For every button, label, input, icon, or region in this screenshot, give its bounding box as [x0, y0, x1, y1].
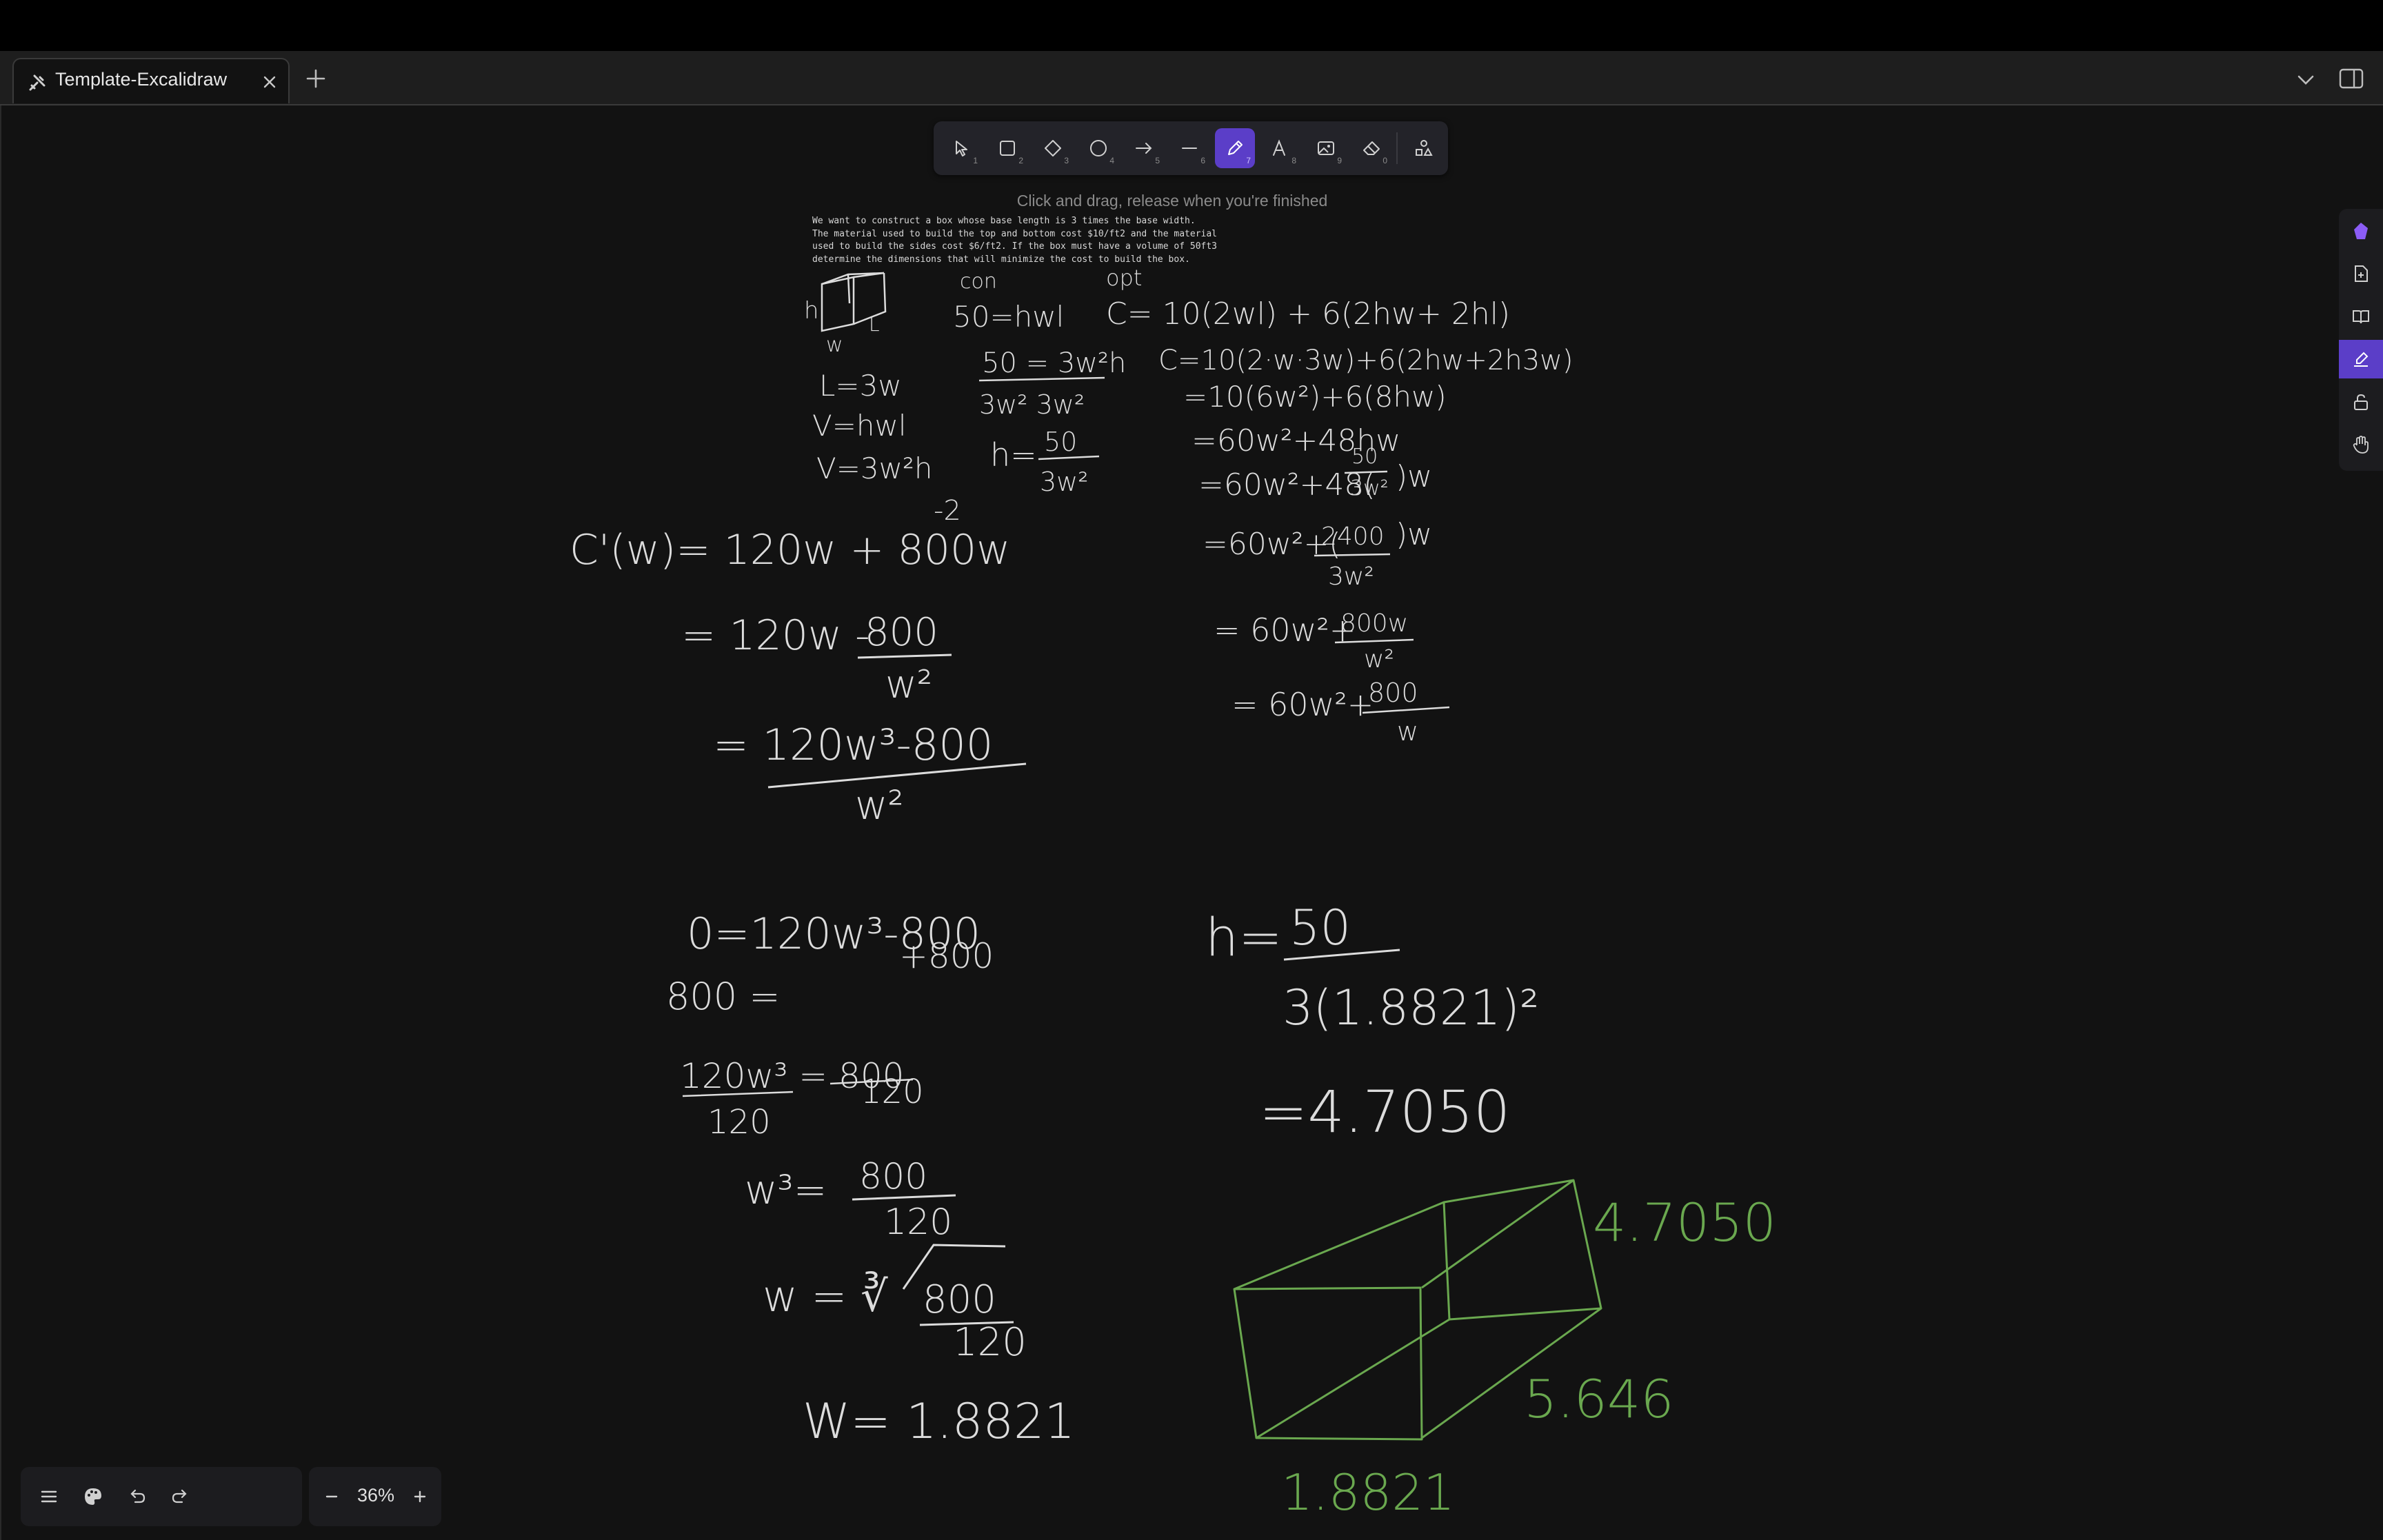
solve-5-den: 120 [953, 1320, 1027, 1365]
solve-3-den-right: 120 [861, 1073, 924, 1111]
constraint-eq: 50=hwl [953, 300, 1064, 334]
label-h: h [804, 297, 819, 325]
cost-step-6-den: 3w² [1328, 563, 1374, 591]
h-den: 3w² [1040, 467, 1089, 497]
con-label: con [960, 270, 997, 294]
result-h-num: 50 [1289, 900, 1351, 956]
cost-step-8-num: 800 [1368, 678, 1418, 708]
frac-top: 50 = 3w²h [982, 347, 1126, 379]
cost-step-6-tail: )w [1396, 517, 1432, 552]
library-button[interactable] [2339, 297, 2383, 336]
undo-button[interactable] [123, 1482, 152, 1511]
derivative-3-den: w² [855, 782, 904, 829]
obsidian-button[interactable] [2339, 212, 2383, 250]
solve-5: w = ∛ [763, 1271, 888, 1321]
derivative-2: = 120w - [681, 611, 870, 660]
solve-6: W= 1.8821 [803, 1393, 1075, 1450]
label-l: L [869, 313, 880, 336]
freehand-sketch: h w L con opt 50=hwl C= 10(2wl) + 6(2hw+… [570, 265, 1776, 1521]
box-length-label: 5.646 [1524, 1368, 1674, 1430]
cost-step-6: =60w²+( [1203, 527, 1341, 562]
hand-icon [2353, 436, 2369, 454]
cost-step-2: C=10(2·w·3w)+6(2hw+2h3w) [1158, 345, 1573, 376]
cost-step-7-den: w² [1364, 645, 1394, 673]
theme-button[interactable] [79, 1482, 108, 1511]
file-plus-icon [2355, 265, 2368, 282]
main-menu-button[interactable] [34, 1482, 63, 1511]
result-h-value: =4.7050 [1259, 1078, 1510, 1146]
cost-step-7-num: 800w [1340, 609, 1408, 638]
solve-5-num: 800 [923, 1277, 996, 1322]
bottom-left-controls [21, 1467, 302, 1526]
zoom-out-icon[interactable] [319, 1483, 345, 1510]
derivative-2-num: 800 [865, 610, 938, 655]
cost-step-8-den: w [1397, 716, 1418, 747]
solve-4-num: 800 [859, 1156, 927, 1197]
box-height-label: 4.7050 [1593, 1192, 1776, 1253]
redo-button[interactable] [165, 1482, 194, 1511]
zoom-level[interactable]: 36% [348, 1485, 404, 1506]
lock-open-icon [2354, 394, 2368, 410]
redo-icon [172, 1489, 187, 1503]
cost-step-8: = 60w²+ [1231, 686, 1374, 723]
solve-4-den: 120 [884, 1202, 952, 1243]
obsidian-icon [2354, 223, 2368, 239]
cost-step-6-num: 2400 [1321, 523, 1385, 551]
pen-mode-button[interactable] [2339, 340, 2383, 378]
result-h-den: 3(1.8821)² [1283, 980, 1539, 1036]
new-file-button[interactable] [2339, 254, 2383, 293]
zoom-in-icon[interactable] [407, 1483, 433, 1510]
opt-label: opt [1106, 265, 1142, 291]
derivative-2-den: w² [885, 662, 932, 707]
h-num: 50 [1044, 427, 1077, 457]
undo-icon [130, 1489, 145, 1503]
result-h: h= [1205, 906, 1283, 968]
solve-1b: +800 [899, 936, 994, 976]
solve-4: w³= [745, 1166, 827, 1213]
hand-tool-button[interactable] [2339, 425, 2383, 464]
cost-eq: C= 10(2wl) + 6(2hw+ 2hl) [1106, 296, 1510, 332]
derivative-1-exp: -2 [934, 495, 961, 527]
l-eq: L=3w [819, 369, 902, 403]
cost-step-5-tail: )w [1396, 459, 1432, 494]
h-eq: h= [990, 436, 1037, 474]
menu-icon [41, 1490, 57, 1503]
label-w: w [826, 333, 843, 357]
v-eq: V=hwl [812, 409, 907, 443]
v-3w2h: V=3w²h [816, 452, 932, 485]
cost-step-3: =10(6w²)+6(8hw) [1183, 380, 1447, 414]
cost-step-5-num: 50 [1351, 445, 1378, 469]
derivative-3-num: = 120w³-800 [713, 720, 993, 770]
cost-step-5-den: 3w² [1350, 476, 1389, 500]
box-width-label: 1.8821 [1281, 1463, 1455, 1521]
pen-icon [2354, 352, 2369, 367]
right-side-panel [2339, 209, 2383, 471]
derivative-1: C'(w)= 120w + 800w [570, 526, 1010, 574]
solve-3-den-left: 120 [707, 1103, 771, 1142]
lock-button[interactable] [2339, 383, 2383, 421]
palette-icon [85, 1488, 101, 1505]
zoom-controls: 36% [309, 1467, 441, 1526]
solve-2: 800 = [666, 975, 780, 1018]
cost-step-7: = 60w²+ [1214, 611, 1356, 649]
frac-bottom: 3w² 3w² [979, 389, 1085, 420]
book-open-icon [2353, 310, 2369, 324]
